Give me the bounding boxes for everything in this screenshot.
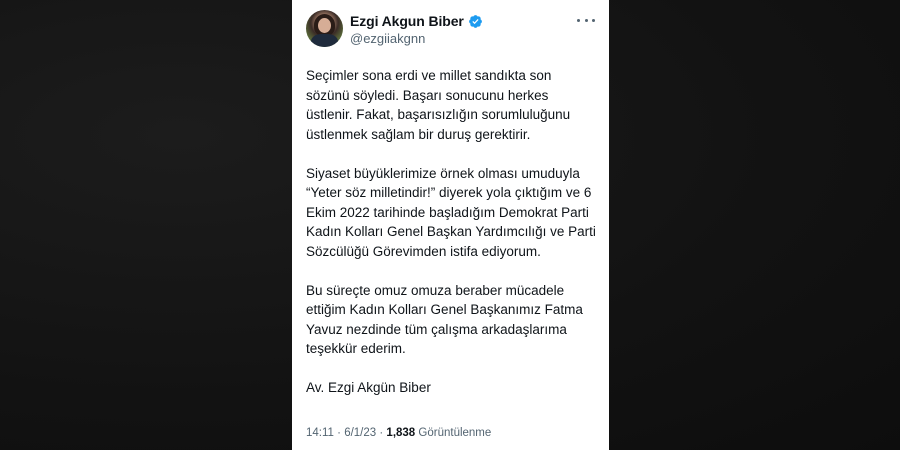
tweet-text: Seçimler sona erdi ve millet sandıkta so… bbox=[306, 66, 598, 398]
tweet-signature: Av. Ezgi Akgün Biber bbox=[306, 380, 431, 395]
tweet-paragraph: Bu süreçte omuz omuza beraber mücadele e… bbox=[306, 282, 583, 357]
author-name-row: Ezgi Akgun Biber bbox=[350, 13, 483, 29]
avatar[interactable] bbox=[306, 10, 343, 47]
more-dots-icon[interactable] bbox=[577, 14, 595, 26]
meta-separator: · bbox=[379, 427, 384, 439]
tweet-card: Ezgi Akgun Biber @ezgiiakgnn Seçimler so… bbox=[292, 0, 609, 450]
tweet-meta: 14:11 · 6/1/23 · 1,838 Görüntülenme bbox=[306, 427, 491, 439]
views-count: 1,838 bbox=[386, 427, 416, 439]
verified-badge-icon bbox=[468, 14, 483, 29]
author-display-name[interactable]: Ezgi Akgun Biber bbox=[350, 13, 464, 29]
tweet-time[interactable]: 14:11 bbox=[306, 427, 334, 439]
author-handle[interactable]: @ezgiiakgnn bbox=[350, 31, 425, 46]
meta-separator: · bbox=[337, 427, 341, 439]
views-label: Görüntülenme bbox=[418, 427, 492, 439]
tweet-paragraph: Seçimler sona erdi ve millet sandıkta so… bbox=[306, 68, 571, 142]
tweet-header: Ezgi Akgun Biber @ezgiiakgnn bbox=[306, 10, 597, 50]
tweet-paragraph: Siyaset büyüklerimize örnek olması umudu… bbox=[306, 165, 596, 259]
tweet-date[interactable]: 6/1/23 bbox=[344, 427, 376, 439]
